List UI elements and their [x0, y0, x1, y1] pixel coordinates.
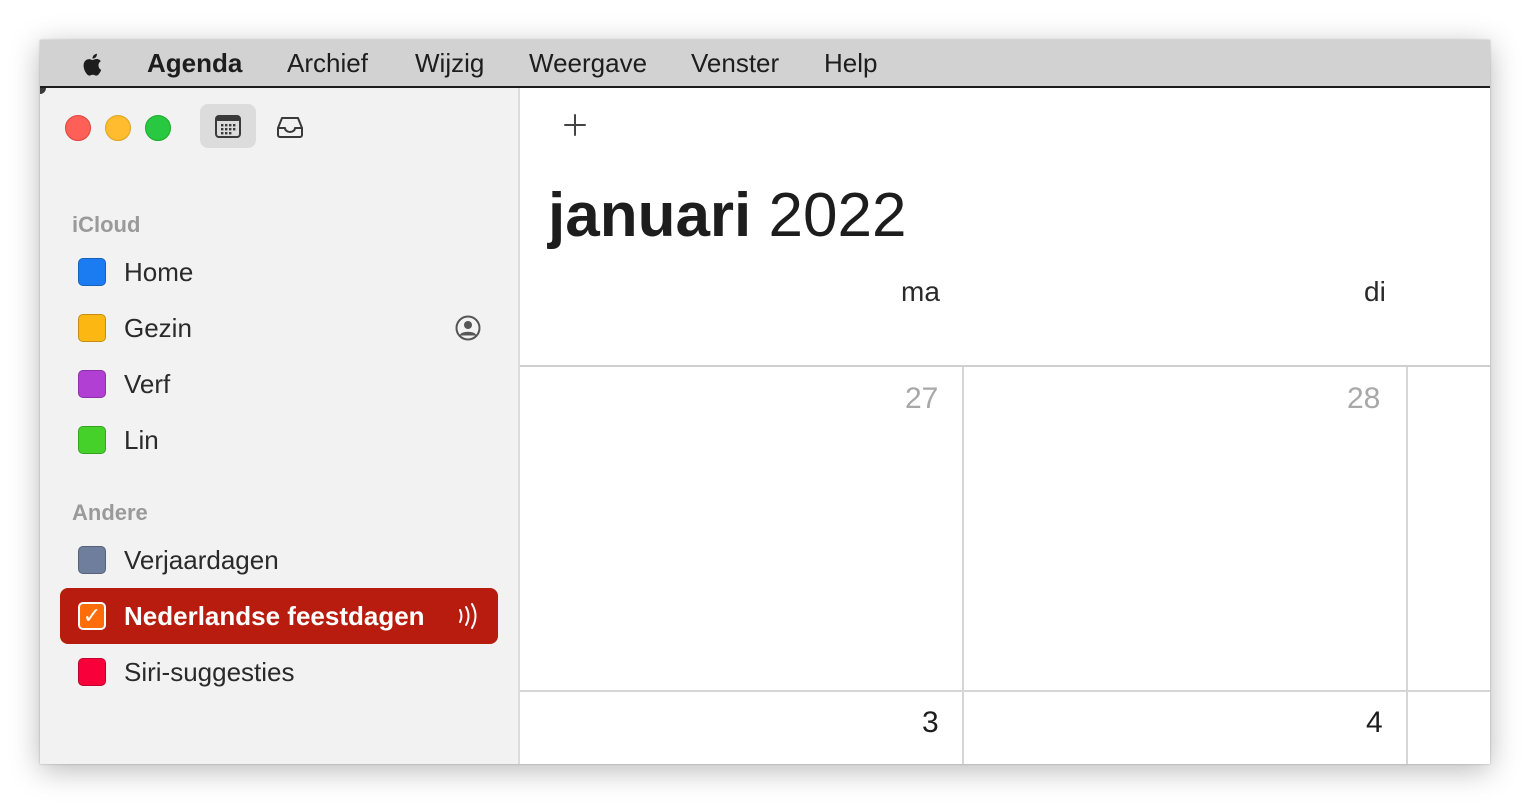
- header-divider: [520, 365, 1490, 367]
- menu-venster[interactable]: Venster: [691, 48, 779, 78]
- weekday-header-di: di: [1364, 276, 1386, 307]
- checkmark-icon: ✓: [82, 603, 102, 628]
- calendar-label: Verf: [124, 369, 171, 399]
- calendar-color-checkbox[interactable]: [78, 258, 106, 286]
- day-number[interactable]: 4: [1366, 706, 1383, 740]
- month-title: januari 2022: [548, 180, 906, 252]
- calendar-icon: [215, 115, 241, 138]
- calendar-item-verf[interactable]: Verf: [60, 356, 498, 412]
- menu-bar: Agenda Archief Wijzig Weergave Venster H…: [40, 40, 1490, 88]
- section-label-andere: Andere: [72, 500, 148, 525]
- day-number[interactable]: 28: [1347, 382, 1380, 416]
- calendar-item-verjaardagen[interactable]: Verjaardagen: [60, 532, 498, 588]
- menu-help[interactable]: Help: [824, 48, 877, 78]
- day-divider: [1406, 367, 1408, 764]
- calendar-label: Verjaardagen: [124, 545, 279, 575]
- calendar-label: Gezin: [124, 313, 192, 343]
- calendar-item-lin[interactable]: Lin: [60, 412, 498, 468]
- close-button[interactable]: [65, 115, 91, 141]
- calendar-item-home[interactable]: Home: [60, 244, 498, 300]
- calendar-label: Nederlandse feestdagen: [124, 601, 425, 631]
- inbox-icon: [277, 117, 303, 138]
- day-number[interactable]: 27: [905, 382, 938, 416]
- broadcast-icon: [459, 603, 477, 629]
- calendar-label: Siri-suggesties: [124, 657, 295, 687]
- sidebar: iCloud Home Gezin Verf Lin Andere Verjaa…: [40, 88, 520, 764]
- calendar-color-checkbox[interactable]: [78, 314, 106, 342]
- week-divider: [520, 690, 1490, 692]
- apple-icon[interactable]: [78, 49, 108, 79]
- minimize-button[interactable]: [105, 115, 131, 141]
- section-label-icloud: iCloud: [72, 212, 141, 237]
- calendar-color-checkbox[interactable]: [78, 426, 106, 454]
- calendar-main: januari 2022 ma di 27 28 3 4: [520, 88, 1490, 764]
- calendar-item-nederlandse-feestdagen[interactable]: ✓ Nederlandse feestdagen: [60, 588, 498, 644]
- calendar-item-siri-suggesties[interactable]: Siri-suggesties: [60, 644, 498, 700]
- menu-app-agenda[interactable]: Agenda: [147, 48, 242, 78]
- menu-weergave[interactable]: Weergave: [529, 48, 647, 78]
- calendar-label: Home: [124, 257, 194, 287]
- calendar-color-checkbox[interactable]: ✓: [78, 602, 106, 630]
- calendar-color-checkbox[interactable]: [78, 546, 106, 574]
- menu-archief[interactable]: Archief: [287, 48, 368, 78]
- agenda-window: Agenda Archief Wijzig Weergave Venster H…: [40, 40, 1490, 764]
- add-event-button[interactable]: [560, 110, 590, 140]
- year: 2022: [768, 181, 907, 250]
- calendar-list-toggle-button[interactable]: [200, 104, 256, 148]
- menu-wijzig[interactable]: Wijzig: [415, 48, 484, 78]
- person-circle-icon[interactable]: [454, 314, 482, 342]
- day-divider: [962, 367, 964, 764]
- calendar-label: Lin: [124, 425, 159, 455]
- day-number[interactable]: 3: [922, 706, 939, 740]
- calendar-color-checkbox[interactable]: [78, 658, 106, 686]
- calendar-item-gezin[interactable]: Gezin: [60, 300, 498, 356]
- zoom-button[interactable]: [145, 115, 171, 141]
- weekday-header-ma: ma: [901, 276, 940, 307]
- inbox-button[interactable]: [260, 104, 316, 148]
- calendar-color-checkbox[interactable]: [78, 370, 106, 398]
- month-name: januari: [548, 181, 752, 250]
